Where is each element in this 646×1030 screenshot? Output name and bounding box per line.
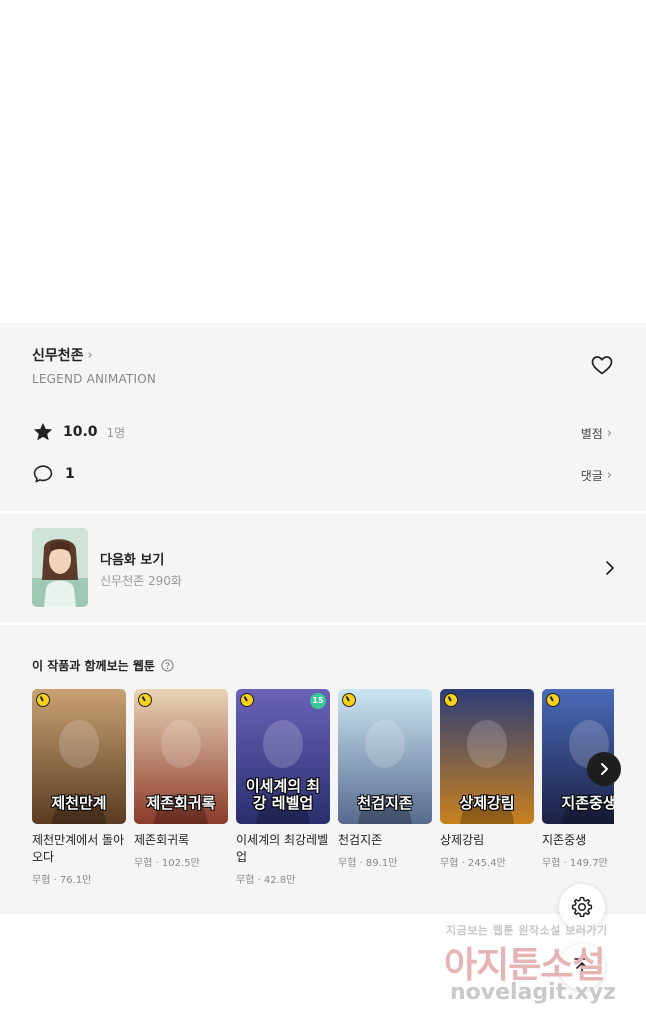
recommendation-title[interactable]: 상제강림	[440, 832, 534, 849]
series-title: 신무천존	[32, 348, 84, 364]
series-title-link[interactable]: 신무천존 ›	[32, 345, 93, 365]
recommendation-meta: 무협 · 76.1만	[32, 875, 92, 886]
cover-title-art: 상제강림	[459, 794, 515, 812]
speech-bubble-icon	[33, 465, 53, 483]
wait-free-clock-icon	[546, 693, 560, 707]
recommendation-card[interactable]: 상제강림 상제강림 무협 · 245.4만	[440, 689, 534, 869]
comment-button[interactable]: 댓글 ›	[581, 467, 612, 484]
recommendation-title[interactable]: 지존중생	[542, 832, 614, 849]
cover-title-art: 이세계의 최강 레벨업	[245, 777, 321, 812]
cover-title-art: 지존중생	[561, 794, 614, 812]
gear-icon	[571, 896, 593, 918]
next-episode-thumbnail[interactable]	[32, 528, 88, 607]
wait-free-clock-icon	[36, 693, 50, 707]
next-episode-subtitle: 신무천존 290화	[100, 574, 182, 588]
cover-title-art: 천검지존	[357, 794, 413, 812]
recommendation-meta: 무협 · 149.7만	[542, 858, 608, 869]
recommendation-card[interactable]: 이세계의 최강 레벨업 15 이세계의 최강레벨업무협 · 42.8만	[236, 689, 330, 886]
chevron-right-icon	[601, 763, 608, 775]
recommendation-title[interactable]: 제천만계에서 돌아오다	[32, 832, 126, 866]
comment-label: 댓글	[580, 469, 603, 483]
rate-label: 별점	[580, 427, 603, 441]
cover-title-art: 제존회귀록	[146, 794, 216, 812]
recommendation-meta: 무협 · 102.5만	[134, 858, 200, 869]
recommendation-cover[interactable]: 상제강림	[440, 689, 534, 824]
recommendations-heading: 이 작품과 함께보는 웹툰	[32, 657, 174, 674]
heart-icon[interactable]	[590, 353, 614, 377]
rating-score: 10.0	[63, 424, 98, 440]
series-author: LEGEND ANIMATION	[32, 372, 157, 386]
recommendation-cover[interactable]: 제천만계	[32, 689, 126, 824]
carousel-next-button[interactable]	[587, 752, 621, 786]
series-info-panel	[0, 323, 646, 511]
recommendation-card[interactable]: 제천만계제천만계에서 돌아오다무협 · 76.1만	[32, 689, 126, 886]
site-watermark: 지금보는 웹툰 원작소설 보러가기 아지툰소설 novelagit.xyz	[440, 918, 640, 1018]
recommendation-card[interactable]: 천검지존 천검지존 무협 · 89.1만	[338, 689, 432, 869]
recommendation-cover[interactable]: 천검지존	[338, 689, 432, 824]
star-icon	[33, 422, 53, 441]
rating-row: 10.0 1명	[32, 421, 125, 443]
next-episode-title: 다음화 보기	[100, 553, 165, 568]
wait-free-clock-icon	[342, 693, 356, 707]
rate-button[interactable]: 별점 ›	[581, 425, 612, 442]
recommendation-title[interactable]: 이세계의 최강레벨업	[236, 832, 330, 866]
wait-free-clock-icon	[444, 693, 458, 707]
help-icon[interactable]	[161, 659, 174, 672]
chevron-right-icon: ›	[87, 347, 93, 363]
chevron-right-icon: ›	[606, 426, 612, 441]
rating-count: 1명	[106, 425, 126, 440]
recommendation-title[interactable]: 천검지존	[338, 832, 432, 849]
recommendation-cover[interactable]: 제존회귀록	[134, 689, 228, 824]
recommendation-meta: 무협 · 245.4만	[440, 858, 506, 869]
comment-row: 1	[32, 463, 75, 485]
recommendation-meta: 무협 · 42.8만	[236, 875, 296, 886]
cover-title-art: 제천만계	[51, 794, 107, 812]
wait-free-clock-icon	[240, 693, 254, 707]
next-episode-panel[interactable]	[0, 514, 646, 622]
chevron-right-icon: ›	[606, 468, 612, 483]
recommendation-meta: 무협 · 89.1만	[338, 858, 398, 869]
recommendations-title: 이 작품과 함께보는 웹툰	[32, 659, 155, 673]
comment-count: 1	[65, 466, 75, 482]
chevron-right-icon[interactable]	[600, 558, 620, 578]
recommendation-cover[interactable]: 이세계의 최강 레벨업 15	[236, 689, 330, 824]
recommendation-title[interactable]: 제존회귀록	[134, 832, 228, 849]
recommendation-card[interactable]: 제존회귀록 제존회귀록 무협 · 102.5만	[134, 689, 228, 869]
watermark-url: novelagit.xyz	[450, 980, 616, 1005]
age-rating-badge: 15	[310, 693, 326, 709]
wait-free-clock-icon	[138, 693, 152, 707]
recommendation-carousel[interactable]: 제천만계 제천만계에서 돌아오다 무협 · 76.1만 제존회귀록 제존회귀록 무협 · …	[32, 689, 614, 899]
